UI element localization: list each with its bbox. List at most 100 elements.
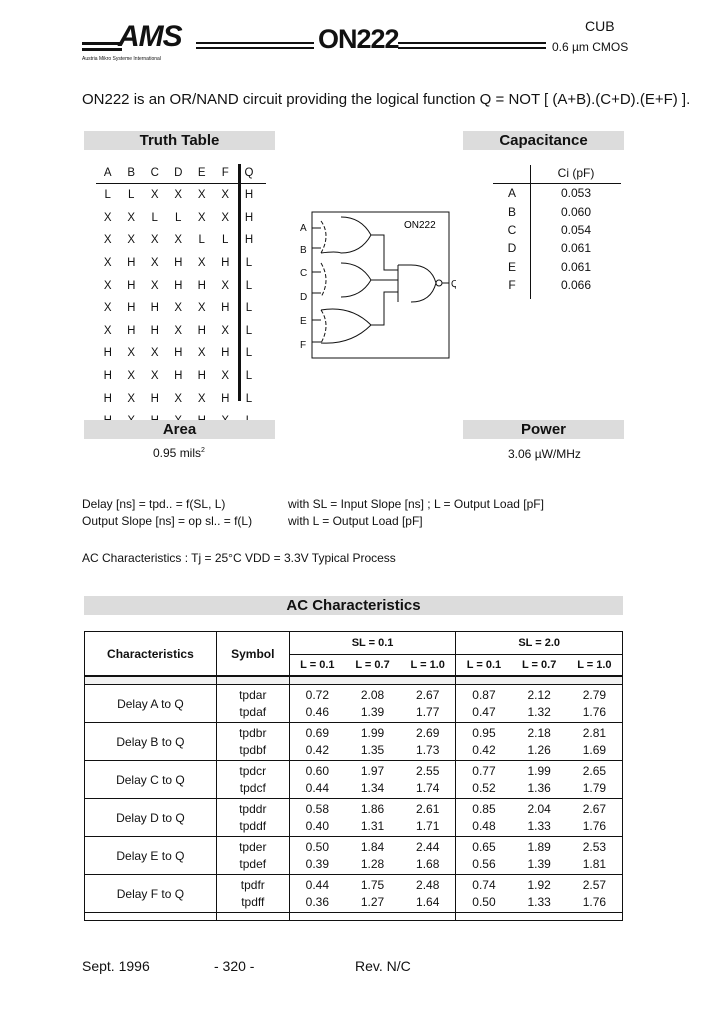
ac-value: 1.68 bbox=[416, 856, 440, 871]
part-title: ON222 bbox=[318, 24, 400, 54]
ac-value: 2.65 bbox=[582, 763, 607, 778]
truth-table-cell: X bbox=[197, 211, 206, 224]
input-label-f: F bbox=[300, 340, 306, 351]
ac-value: 0.69 bbox=[305, 725, 329, 740]
or-gate-2-icon bbox=[340, 262, 372, 298]
ac-value: 0.48 bbox=[472, 818, 496, 833]
truth-table-cell: H bbox=[150, 302, 159, 315]
area-number: 0.95 mils bbox=[153, 446, 202, 460]
ac-symbol: tpdbr bbox=[239, 725, 267, 740]
truth-table-cell: X bbox=[174, 302, 183, 315]
ac-values-group-2: 0.74 1.92 2.57 0.50 1.33 1.76 bbox=[455, 874, 623, 913]
capacitance-title: Capacitance bbox=[463, 131, 624, 150]
ac-value: 1.35 bbox=[360, 742, 385, 757]
truth-table-column-c: C bbox=[150, 167, 159, 179]
ac-value-line: 0.69 1.99 2.69 bbox=[290, 725, 456, 742]
ac-symbol: tpdff bbox=[241, 894, 265, 909]
ac-loads-group-1: L = 0.1 L = 0.7 L = 1.0 bbox=[288, 654, 457, 676]
ac-values-group-2: 0.95 2.18 2.81 0.42 1.26 1.69 bbox=[455, 722, 623, 761]
logo-subtitle: Austria Mikro Systeme International bbox=[82, 56, 161, 62]
ac-values-group-2: 0.85 2.04 2.67 0.48 1.33 1.76 bbox=[455, 798, 623, 837]
ac-values-group-1: 0.58 1.86 2.61 0.40 1.31 1.71 bbox=[288, 798, 457, 837]
ac-value: 0.95 bbox=[472, 725, 496, 740]
ac-value: 2.55 bbox=[416, 763, 440, 778]
ac-value-line: 0.39 1.28 1.68 bbox=[290, 856, 456, 873]
ac-symbol: tpdaf bbox=[239, 704, 267, 719]
truth-table-cell: X bbox=[127, 392, 136, 405]
ac-value: 2.12 bbox=[527, 687, 551, 702]
capacitance-row: D 0.061 bbox=[493, 239, 621, 257]
process-technology: 0.6 µm CMOS bbox=[552, 40, 629, 54]
ac-value: 1.39 bbox=[527, 856, 551, 871]
truth-table-cell: H bbox=[103, 392, 112, 405]
ac-value-line: 0.52 1.36 1.79 bbox=[456, 780, 622, 797]
ac-value: 1.33 bbox=[527, 894, 551, 909]
capacitance-row: E 0.061 bbox=[493, 258, 621, 276]
ac-value: 2.48 bbox=[416, 877, 440, 892]
ac-load-header: L = 0.1 bbox=[466, 659, 502, 671]
ac-load-header: L = 0.7 bbox=[521, 659, 557, 671]
truth-table-cell: X bbox=[150, 279, 159, 292]
ac-row: Delay E to Q tpder tpdef 0.50 1.84 2.44 0.39 1.… bbox=[84, 836, 623, 875]
ac-symbols: tpdcr tpdcf bbox=[215, 760, 290, 799]
truth-table-cell: X bbox=[221, 211, 230, 224]
ac-load-header: L = 1.0 bbox=[577, 659, 612, 671]
capacitance-column-label: Ci (pF) bbox=[557, 166, 595, 180]
area-value: 0.95 mils2 bbox=[153, 446, 205, 460]
truth-table-cell: H bbox=[174, 347, 183, 360]
ac-value: 1.99 bbox=[527, 763, 551, 778]
ac-value-line: 0.72 2.08 2.67 bbox=[290, 687, 456, 704]
or-gate-2-input-arc bbox=[320, 262, 327, 298]
ac-load-header: L = 0.1 bbox=[300, 659, 335, 671]
ac-symbol: tpdfr bbox=[240, 877, 265, 892]
ac-row: Delay B to Q tpdbr tpdbf 0.69 1.99 2.69 0.42 1.… bbox=[84, 722, 623, 761]
ac-load-header: L = 1.0 bbox=[410, 659, 445, 671]
ac-characteristic: Delay D to Q bbox=[84, 798, 217, 837]
capacitance-table: Ci (pF) A 0.053 B 0.060 C 0.054 D 0.061 E 0.061 F 0… bbox=[493, 163, 621, 294]
ac-value: 0.65 bbox=[472, 839, 496, 854]
ac-value: 1.89 bbox=[527, 839, 551, 854]
ac-values-group-1: 0.72 2.08 2.67 0.46 1.39 1.77 bbox=[288, 684, 457, 723]
ac-value: 2.67 bbox=[416, 687, 440, 702]
ac-value: 1.74 bbox=[416, 780, 440, 795]
capacitance-value: 0.061 bbox=[560, 259, 592, 274]
ac-value: 2.04 bbox=[527, 801, 551, 816]
capacitance-value: 0.053 bbox=[560, 186, 592, 201]
ac-values-group-2: 0.87 2.12 2.79 0.47 1.32 1.76 bbox=[455, 684, 623, 723]
ac-value: 0.85 bbox=[472, 801, 496, 816]
ac-value: 0.60 bbox=[305, 763, 329, 778]
truth-table-cell: X bbox=[127, 211, 136, 224]
capacitance-pin: E bbox=[507, 259, 516, 274]
truth-table-cell: X bbox=[103, 279, 112, 292]
logo-text: AMS bbox=[118, 20, 183, 53]
ac-col-characteristics: Characteristics bbox=[84, 631, 217, 676]
logic-schematic: ON222 A B C D E F Q bbox=[300, 211, 456, 359]
ac-value: 1.34 bbox=[360, 780, 385, 795]
truth-table-cell: H bbox=[221, 392, 230, 405]
truth-table-cell: X bbox=[127, 234, 136, 247]
ac-symbols: tpdfr tpdff bbox=[215, 874, 290, 913]
truth-table-column-b: B bbox=[127, 167, 136, 179]
ac-characteristic: Delay A to Q bbox=[84, 684, 217, 723]
truth-table-column-d: D bbox=[174, 167, 183, 179]
header-rule bbox=[398, 47, 546, 49]
capacitance-row: F 0.066 bbox=[493, 276, 621, 294]
or-gate-3-icon bbox=[320, 308, 372, 344]
ac-value: 1.92 bbox=[527, 877, 551, 892]
ac-symbols: tpddr tpddf bbox=[215, 798, 290, 837]
ac-values-group-1: 0.44 1.75 2.48 0.36 1.27 1.64 bbox=[288, 874, 457, 913]
ac-row: Delay C to Q tpdcr tpdcf 0.60 1.97 2.55 0.44 1.… bbox=[84, 760, 623, 799]
input-label-d: D bbox=[300, 292, 307, 303]
ac-value: 1.76 bbox=[582, 818, 607, 833]
capacitance-pin: A bbox=[507, 186, 516, 201]
truth-table-title: Truth Table bbox=[84, 131, 275, 150]
ac-value-line: 0.95 2.18 2.81 bbox=[456, 725, 622, 742]
input-label-e: E bbox=[300, 316, 307, 327]
ac-value: 1.71 bbox=[416, 818, 440, 833]
ac-value-line: 0.60 1.97 2.55 bbox=[290, 763, 456, 780]
truth-table-cell: X bbox=[221, 324, 230, 337]
truth-table-cell: X bbox=[127, 370, 136, 383]
ac-value: 2.79 bbox=[582, 687, 607, 702]
truth-table-cell: H bbox=[221, 347, 230, 360]
truth-table-cell: X bbox=[127, 347, 136, 360]
